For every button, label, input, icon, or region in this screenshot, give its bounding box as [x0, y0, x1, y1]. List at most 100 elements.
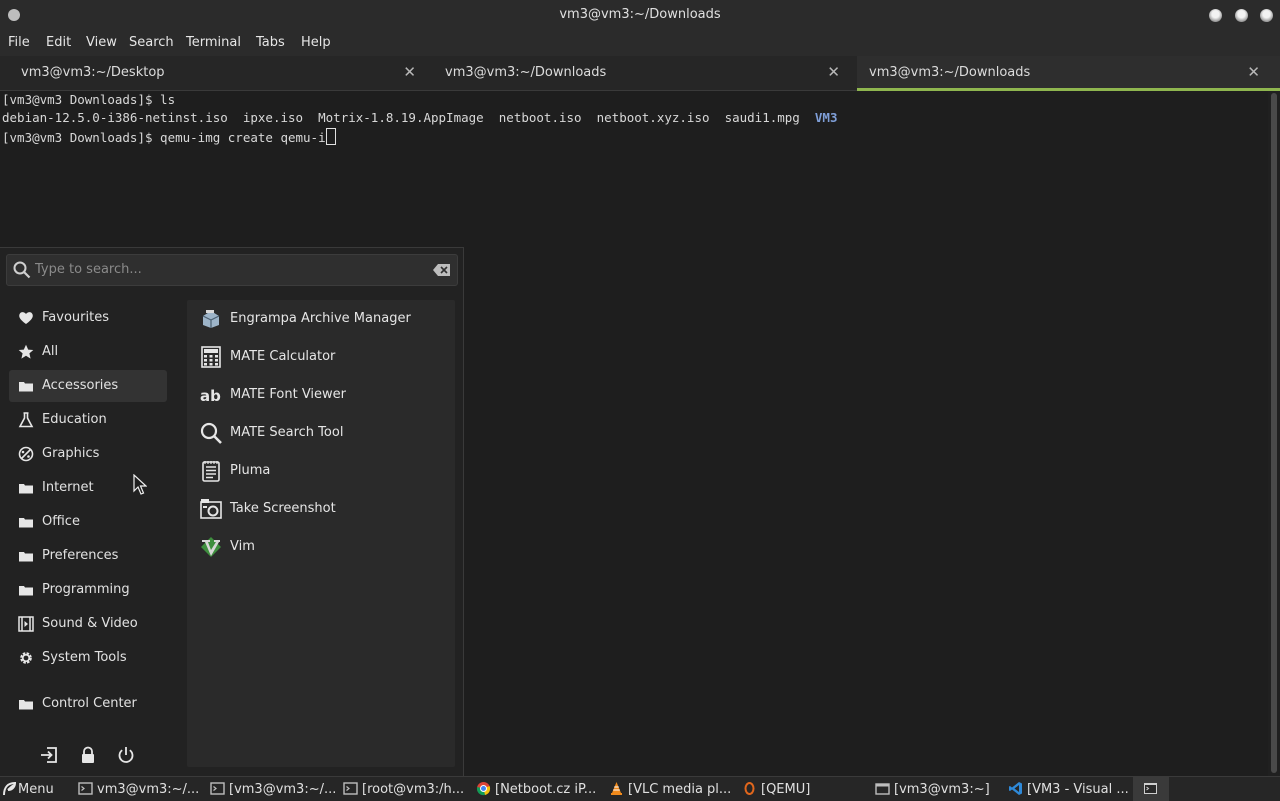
- terminal-scrollbar[interactable]: [1268, 91, 1280, 776]
- close-tab-icon[interactable]: ✕: [403, 63, 416, 81]
- app-list: Engrampa Archive Manager MATE Calculator…: [187, 300, 455, 767]
- minimize-button[interactable]: [1209, 9, 1222, 22]
- media-icon: [18, 616, 34, 632]
- app-search-tool[interactable]: MATE Search Tool: [187, 416, 455, 450]
- taskbar-item[interactable]: vm3@vm3:~/...: [74, 777, 199, 801]
- menu-tabs[interactable]: Tabs: [256, 35, 285, 50]
- taskbar-item[interactable]: [VM3 - Visual ...: [1004, 777, 1130, 801]
- taskbar-item[interactable]: [VLC media pl...: [605, 777, 731, 801]
- category-label: Favourites: [42, 310, 109, 325]
- taskbar-terminal-launcher[interactable]: [1133, 777, 1169, 801]
- start-menu-label: Menu: [18, 782, 54, 797]
- app-label: Vim: [230, 539, 255, 554]
- taskbar-item[interactable]: [Netboot.cz iP...: [472, 777, 598, 801]
- category-accessories[interactable]: Accessories: [9, 370, 167, 402]
- archive-icon: [202, 310, 220, 328]
- mate-logo-icon: [3, 781, 17, 796]
- file-entry: saudi1.mpg: [724, 110, 800, 125]
- terminal-prompt-line: [vm3@vm3 Downloads]$ qemu-img create qem…: [2, 128, 336, 145]
- folder-icon: [19, 552, 33, 562]
- category-education[interactable]: Education: [9, 404, 167, 436]
- menu-file[interactable]: File: [8, 35, 30, 50]
- app-calculator[interactable]: MATE Calculator: [187, 340, 455, 374]
- menu-help[interactable]: Help: [301, 35, 331, 50]
- search-placeholder: Type to search...: [35, 262, 142, 277]
- lock-icon[interactable]: [79, 746, 97, 764]
- logout-icon[interactable]: [40, 746, 58, 764]
- qemu-icon: [744, 782, 755, 795]
- taskbar-item[interactable]: [QEMU]: [738, 777, 864, 801]
- close-tab-icon[interactable]: ✕: [827, 63, 840, 81]
- category-preferences[interactable]: Preferences: [9, 540, 167, 572]
- category-favourites[interactable]: Favourites: [9, 302, 167, 334]
- file-entry: ipxe.iso: [242, 110, 304, 125]
- power-icon[interactable]: [117, 746, 135, 764]
- scrollbar-thumb[interactable]: [1271, 93, 1277, 773]
- taskbar-item-label: [VM3 - Visual ...: [1027, 782, 1129, 797]
- search-input[interactable]: Type to search...: [6, 254, 458, 286]
- taskbar: Menu vm3@vm3:~/... [vm3@vm3:~/... [root@…: [0, 776, 1280, 801]
- category-label: Internet: [42, 480, 94, 495]
- category-programming[interactable]: Programming: [9, 574, 167, 606]
- app-take-screenshot[interactable]: Take Screenshot: [187, 492, 455, 526]
- text-cursor: [325, 128, 336, 145]
- category-system-tools[interactable]: System Tools: [9, 642, 167, 674]
- category-all[interactable]: All: [9, 336, 167, 368]
- category-sound-video[interactable]: Sound & Video: [9, 608, 167, 640]
- window-title: vm3@vm3:~/Downloads: [559, 7, 721, 22]
- folder-icon: [19, 382, 33, 392]
- category-label: Preferences: [42, 548, 119, 563]
- close-tab-icon[interactable]: ✕: [1247, 63, 1260, 81]
- maximize-button[interactable]: [1235, 9, 1248, 22]
- taskbar-item[interactable]: [vm3@vm3:~/...: [206, 777, 336, 801]
- text-editor-icon: [202, 461, 220, 482]
- clear-search-icon[interactable]: [433, 263, 451, 277]
- terminal-command: [vm3@vm3 Downloads]$ qemu-img create qem…: [2, 130, 326, 145]
- category-label: Programming: [42, 582, 130, 597]
- taskbar-item[interactable]: [root@vm3:/h...: [339, 777, 465, 801]
- chrome-icon: [476, 782, 491, 796]
- folder-icon: [19, 586, 33, 596]
- tab-downloads-1[interactable]: vm3@vm3:~/Downloads ✕: [424, 56, 848, 90]
- flask-icon: [18, 412, 34, 428]
- taskbar-item-label: [vm3@vm3:~]: [894, 782, 990, 797]
- category-label: Graphics: [42, 446, 100, 461]
- window-titlebar[interactable]: vm3@vm3:~/Downloads: [0, 0, 1280, 30]
- application-menu: Type to search... Favourites All Accesso…: [0, 247, 464, 777]
- camera-icon: [200, 499, 222, 519]
- close-button[interactable]: [1260, 9, 1273, 22]
- app-font-viewer[interactable]: ab MATE Font Viewer: [187, 378, 455, 412]
- app-label: MATE Calculator: [230, 349, 336, 364]
- taskbar-item[interactable]: [vm3@vm3:~]: [871, 777, 997, 801]
- file-entry: Motrix-1.8.19.AppImage: [318, 110, 484, 125]
- palette-icon: [18, 446, 34, 462]
- terminal-line: debian-12.5.0-i386-netinst.iso ipxe.iso …: [2, 110, 837, 125]
- category-graphics[interactable]: Graphics: [9, 438, 167, 470]
- tab-bar: vm3@vm3:~/Desktop ✕ vm3@vm3:~/Downloads …: [0, 56, 1280, 91]
- category-control-center[interactable]: Control Center: [9, 688, 167, 720]
- menu-search[interactable]: Search: [129, 35, 174, 50]
- app-label: MATE Font Viewer: [230, 387, 347, 402]
- window-icon: [875, 783, 890, 795]
- app-engrampa[interactable]: Engrampa Archive Manager: [187, 302, 455, 336]
- terminal-icon: [78, 782, 93, 795]
- app-vim[interactable]: Vim: [187, 530, 455, 564]
- category-label: Office: [42, 514, 80, 529]
- tab-desktop[interactable]: vm3@vm3:~/Desktop ✕: [0, 56, 424, 90]
- taskbar-item-label: [vm3@vm3:~/...: [229, 782, 337, 797]
- app-pluma[interactable]: Pluma: [187, 454, 455, 488]
- tab-label: vm3@vm3:~/Desktop: [21, 65, 165, 80]
- start-menu-button[interactable]: Menu: [0, 777, 64, 801]
- taskbar-item-label: [root@vm3:/h...: [362, 782, 465, 797]
- terminal-icon: [1144, 783, 1157, 794]
- vscode-icon: [1009, 782, 1022, 795]
- menu-terminal[interactable]: Terminal: [186, 35, 241, 50]
- heart-icon: [19, 312, 33, 324]
- category-office[interactable]: Office: [9, 506, 167, 538]
- folder-icon: [19, 700, 33, 710]
- menu-edit[interactable]: Edit: [46, 35, 71, 50]
- file-entry: netboot.xyz.iso: [596, 110, 710, 125]
- tab-downloads-2[interactable]: vm3@vm3:~/Downloads ✕: [857, 56, 1280, 91]
- menu-view[interactable]: View: [86, 35, 117, 50]
- search-icon: [13, 261, 31, 279]
